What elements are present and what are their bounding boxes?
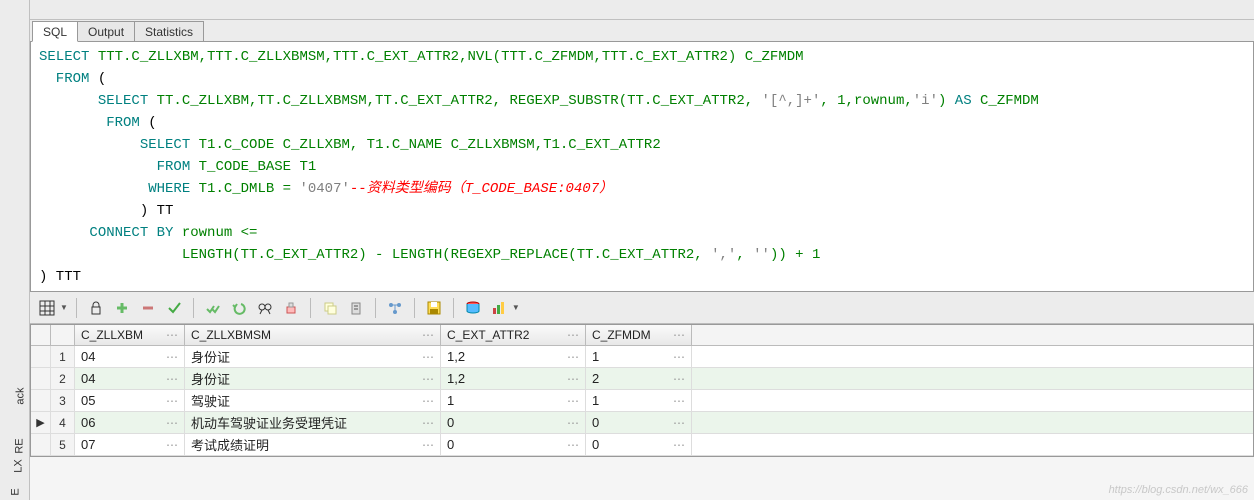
cell-zfmdm[interactable]: 1⋯ bbox=[586, 346, 692, 367]
results-grid: C_ZLLXBM⋯ C_ZLLXBMSM⋯ C_EXT_ATTR2⋯ C_ZFM… bbox=[30, 324, 1254, 457]
lock-button[interactable] bbox=[85, 297, 107, 319]
column-header-zllxbmsm[interactable]: C_ZLLXBMSM⋯ bbox=[185, 325, 441, 345]
row-marker bbox=[31, 346, 51, 367]
cell-zllxbm[interactable]: 04⋯ bbox=[75, 368, 185, 389]
dropdown-icon[interactable]: ▼ bbox=[512, 303, 520, 312]
table-row[interactable]: 104⋯身份证⋯1,2⋯1⋯ bbox=[31, 346, 1253, 368]
commit-button[interactable] bbox=[163, 297, 185, 319]
gutter-label: RE bbox=[14, 438, 26, 453]
grid-view-button[interactable] bbox=[36, 297, 58, 319]
column-header-zllxbm[interactable]: C_ZLLXBM⋯ bbox=[75, 325, 185, 345]
row-marker bbox=[31, 434, 51, 455]
row-marker bbox=[31, 368, 51, 389]
row-number: 2 bbox=[51, 368, 75, 389]
cell-ext-attr2[interactable]: 1⋯ bbox=[441, 390, 586, 411]
find-button[interactable] bbox=[254, 297, 276, 319]
copy-button[interactable] bbox=[319, 297, 341, 319]
editor-tabs: SQL Output Statistics bbox=[30, 20, 1254, 42]
row-number: 3 bbox=[51, 390, 75, 411]
toolbar-strip bbox=[30, 0, 1254, 20]
table-row[interactable]: 507⋯考试成绩证明⋯0⋯0⋯ bbox=[31, 434, 1253, 456]
cell-zfmdm[interactable]: 0⋯ bbox=[586, 434, 692, 455]
table-row[interactable]: ▶406⋯机动车驾驶证业务受理凭证⋯0⋯0⋯ bbox=[31, 412, 1253, 434]
tab-output[interactable]: Output bbox=[77, 21, 135, 41]
gutter-label: LX bbox=[13, 459, 25, 472]
row-number: 1 bbox=[51, 346, 75, 367]
table-row[interactable]: 305⋯驾驶证⋯1⋯1⋯ bbox=[31, 390, 1253, 412]
cell-ext-attr2[interactable]: 0⋯ bbox=[441, 434, 586, 455]
cell-zfmdm[interactable]: 0⋯ bbox=[586, 412, 692, 433]
table-row[interactable]: 204⋯身份证⋯1,2⋯2⋯ bbox=[31, 368, 1253, 390]
row-number: 4 bbox=[51, 412, 75, 433]
tab-statistics[interactable]: Statistics bbox=[134, 21, 204, 41]
results-toolbar: ▼ ▼ bbox=[30, 292, 1254, 324]
gutter-label: E bbox=[10, 488, 22, 495]
delete-row-button[interactable] bbox=[137, 297, 159, 319]
rollback-button[interactable] bbox=[228, 297, 250, 319]
sql-editor[interactable]: SELECT TTT.C_ZLLXBM,TTT.C_ZLLXBMSM,TTT.C… bbox=[30, 42, 1254, 292]
cell-zfmdm[interactable]: 2⋯ bbox=[586, 368, 692, 389]
cell-ext-attr2[interactable]: 1,2⋯ bbox=[441, 346, 586, 367]
cell-zllxbm[interactable]: 05⋯ bbox=[75, 390, 185, 411]
dropdown-icon[interactable]: ▼ bbox=[60, 303, 68, 312]
cell-zllxbm[interactable]: 04⋯ bbox=[75, 346, 185, 367]
row-marker bbox=[31, 390, 51, 411]
column-header-ext-attr2[interactable]: C_EXT_ATTR2⋯ bbox=[441, 325, 586, 345]
column-header-zfmdm[interactable]: C_ZFMDM⋯ bbox=[586, 325, 692, 345]
tab-sql[interactable]: SQL bbox=[32, 21, 78, 42]
cell-ext-attr2[interactable]: 0⋯ bbox=[441, 412, 586, 433]
export-button[interactable] bbox=[462, 297, 484, 319]
row-number: 5 bbox=[51, 434, 75, 455]
cell-zllxbm[interactable]: 06⋯ bbox=[75, 412, 185, 433]
cell-zllxbmsm[interactable]: 机动车驾驶证业务受理凭证⋯ bbox=[185, 412, 441, 433]
cell-zllxbmsm[interactable]: 考试成绩证明⋯ bbox=[185, 434, 441, 455]
link-button[interactable] bbox=[384, 297, 406, 319]
row-marker: ▶ bbox=[31, 412, 51, 433]
add-row-button[interactable] bbox=[111, 297, 133, 319]
cell-zllxbmsm[interactable]: 驾驶证⋯ bbox=[185, 390, 441, 411]
query-builder-button[interactable] bbox=[345, 297, 367, 319]
cell-ext-attr2[interactable]: 1,2⋯ bbox=[441, 368, 586, 389]
clear-button[interactable] bbox=[280, 297, 302, 319]
watermark: https://blog.csdn.net/wx_666 bbox=[1109, 484, 1248, 496]
left-panel-gutter: ack RE LX E bbox=[0, 0, 30, 500]
gutter-label: ack bbox=[15, 387, 27, 404]
cell-zllxbmsm[interactable]: 身份证⋯ bbox=[185, 368, 441, 389]
chart-button[interactable] bbox=[488, 297, 510, 319]
cell-zllxbmsm[interactable]: 身份证⋯ bbox=[185, 346, 441, 367]
post-button[interactable] bbox=[202, 297, 224, 319]
cell-zllxbm[interactable]: 07⋯ bbox=[75, 434, 185, 455]
save-button[interactable] bbox=[423, 297, 445, 319]
cell-zfmdm[interactable]: 1⋯ bbox=[586, 390, 692, 411]
